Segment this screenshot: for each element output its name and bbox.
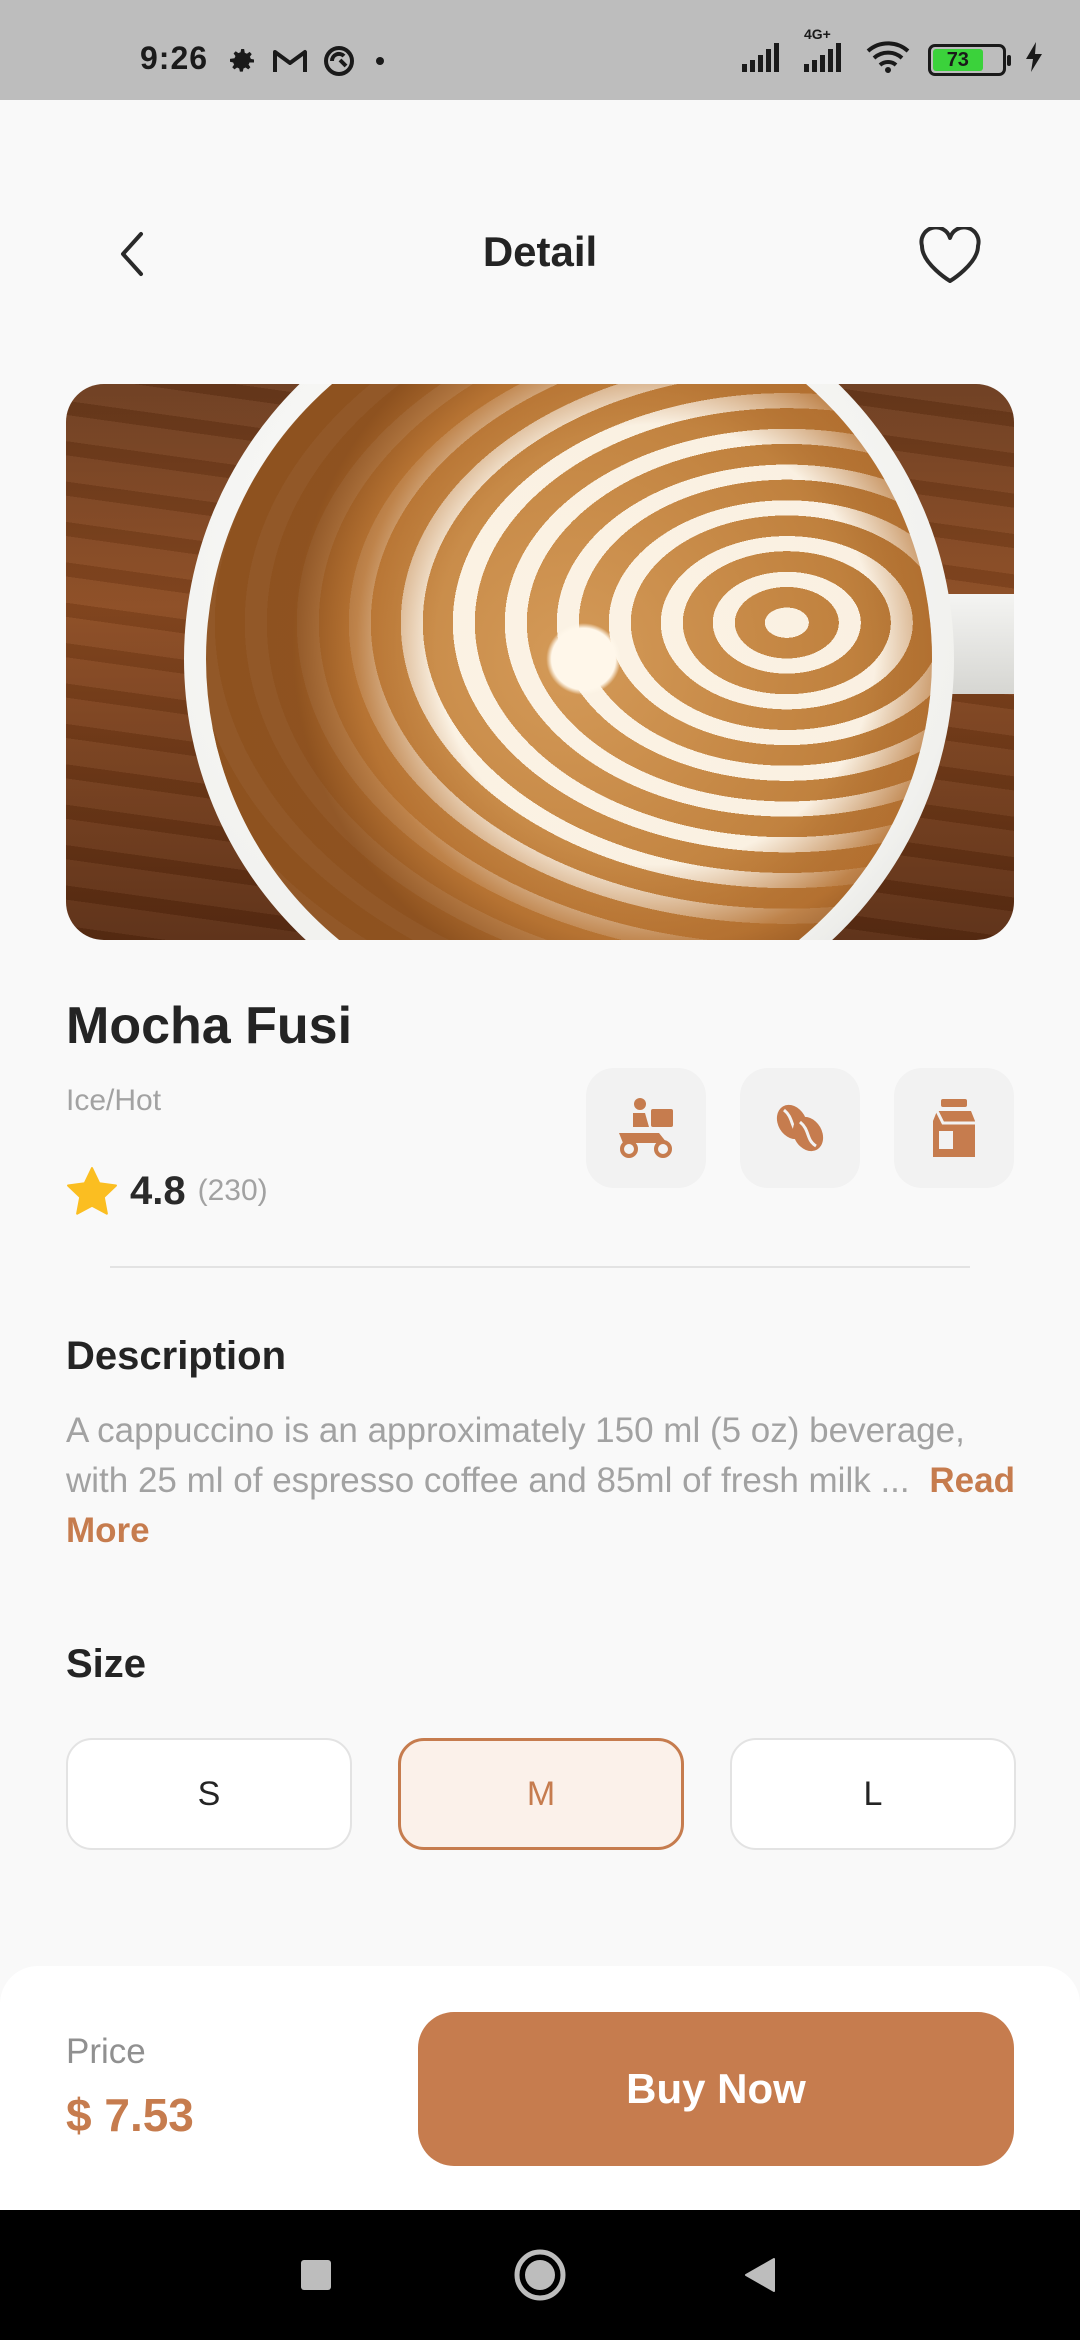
feature-icons — [586, 1068, 1014, 1188]
description: A cappuccino is an approximately 150 ml … — [66, 1406, 1016, 1556]
heart-outline-icon — [919, 227, 981, 283]
status-system-icons: 4G+ 73 — [742, 26, 1044, 79]
gmail-icon — [272, 47, 308, 80]
status-bar: 9:26 4G+ 73 — [0, 0, 1080, 100]
checkout-bar: Price $ 7.53 Buy Now — [0, 1966, 1080, 2210]
product-variant: Ice/Hot — [66, 1084, 162, 1117]
back-triangle-icon — [745, 2258, 775, 2292]
battery-level: 73 — [933, 48, 983, 71]
price-value: $ 7.53 — [66, 2089, 194, 2141]
product-image — [66, 384, 1014, 940]
feature-delivery — [586, 1068, 706, 1188]
rating-value: 4.8 — [130, 1168, 186, 1213]
back-nav-button[interactable] — [730, 2245, 790, 2305]
status-notification-icons — [226, 44, 390, 83]
recents-square-icon — [301, 2260, 331, 2290]
rating-count: (230) — [197, 1174, 268, 1207]
home-button[interactable] — [510, 2245, 570, 2305]
size-title: Size — [66, 1642, 147, 1686]
network-type-label: 4G+ — [804, 26, 831, 42]
favorite-button[interactable] — [912, 218, 988, 294]
system-nav-bar — [0, 2210, 1080, 2340]
delivery-scooter-icon — [619, 1098, 673, 1158]
signal-icon — [742, 42, 786, 77]
size-selector: S M L — [66, 1738, 1016, 1850]
signal-4g-icon: 4G+ — [804, 26, 848, 77]
charging-icon — [1024, 41, 1044, 78]
gear-icon — [226, 45, 258, 82]
wifi-icon — [866, 40, 910, 79]
home-circle-icon — [514, 2249, 566, 2301]
description-title: Description — [66, 1334, 287, 1378]
status-time: 9:26 — [140, 40, 209, 76]
coffee-bean-icon — [776, 1104, 824, 1152]
header: Detail — [0, 200, 1080, 310]
feature-milk — [894, 1068, 1014, 1188]
milk-carton-icon — [933, 1099, 975, 1157]
feature-coffee-bean — [740, 1068, 860, 1188]
battery-icon: 73 — [928, 43, 1011, 76]
recents-button[interactable] — [286, 2245, 346, 2305]
description-text: A cappuccino is an approximately 150 ml … — [66, 1411, 965, 1500]
size-option-l[interactable]: L — [730, 1738, 1016, 1850]
dot-icon — [370, 51, 390, 76]
star-icon — [67, 1167, 117, 1215]
buy-now-button[interactable]: Buy Now — [418, 2012, 1014, 2166]
product-name: Mocha Fusi — [66, 997, 353, 1055]
detail-screen: 9:26 4G+ 73 Detail Mocha Fusi Ice/Hot 4.… — [0, 0, 1080, 2340]
size-option-m[interactable]: M — [398, 1738, 684, 1850]
sync-icon — [322, 44, 356, 83]
price-label: Price — [66, 2032, 146, 2071]
divider — [110, 1266, 970, 1268]
crema-shading — [206, 384, 932, 940]
rating: 4.8 (230) — [66, 1166, 268, 1216]
size-option-s[interactable]: S — [66, 1738, 352, 1850]
